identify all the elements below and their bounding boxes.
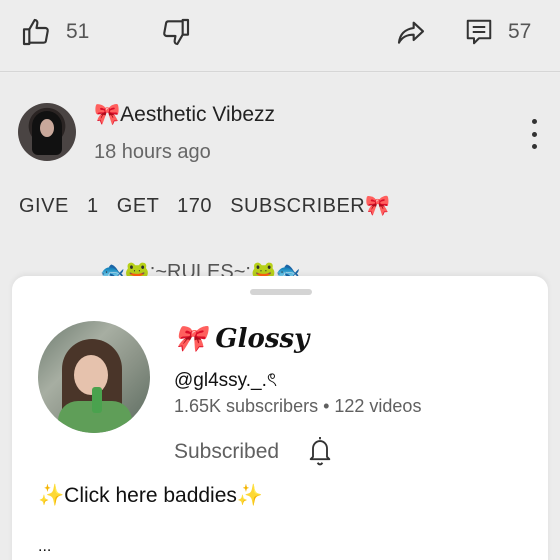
post-action-bar: 51 57 — [0, 0, 560, 72]
channel-preview-card: 🎀 Glossy @gl4ssy._.ৎ 1.65K subscribers •… — [12, 276, 548, 560]
like-count: 51 — [66, 20, 90, 43]
post-time: 18 hours ago — [94, 141, 211, 163]
author-name[interactable]: 🎀Aesthetic Vibezz — [94, 103, 275, 127]
description-more[interactable]: ... — [38, 538, 51, 556]
comments-button[interactable]: 57 — [464, 14, 531, 50]
thumb-down-icon — [163, 18, 190, 46]
comment-icon — [466, 19, 492, 45]
comment-count: 57 — [508, 20, 532, 43]
share-icon — [397, 21, 425, 44]
channel-avatar[interactable] — [38, 321, 150, 433]
subscribed-button[interactable]: Subscribed — [174, 440, 279, 464]
more-vert-icon[interactable] — [522, 119, 546, 149]
share-button[interactable] — [394, 14, 428, 50]
thumb-up-icon — [22, 18, 49, 46]
channel-description[interactable]: ✨Click here baddies✨ — [38, 484, 263, 508]
bell-icon[interactable] — [306, 434, 334, 473]
dislike-button[interactable] — [160, 14, 192, 50]
channel-stats: 1.65K subscribers • 122 videos — [174, 396, 422, 416]
drag-handle[interactable] — [250, 289, 312, 295]
channel-handle: @gl4ssy._.ৎ — [174, 370, 278, 391]
author-avatar[interactable] — [18, 103, 76, 161]
post-body: GIVE 1 GET 170 SUBSCRIBER🎀 — [19, 195, 391, 217]
like-button[interactable]: 51 — [20, 14, 89, 50]
channel-name[interactable]: 🎀 Glossy — [174, 324, 309, 354]
